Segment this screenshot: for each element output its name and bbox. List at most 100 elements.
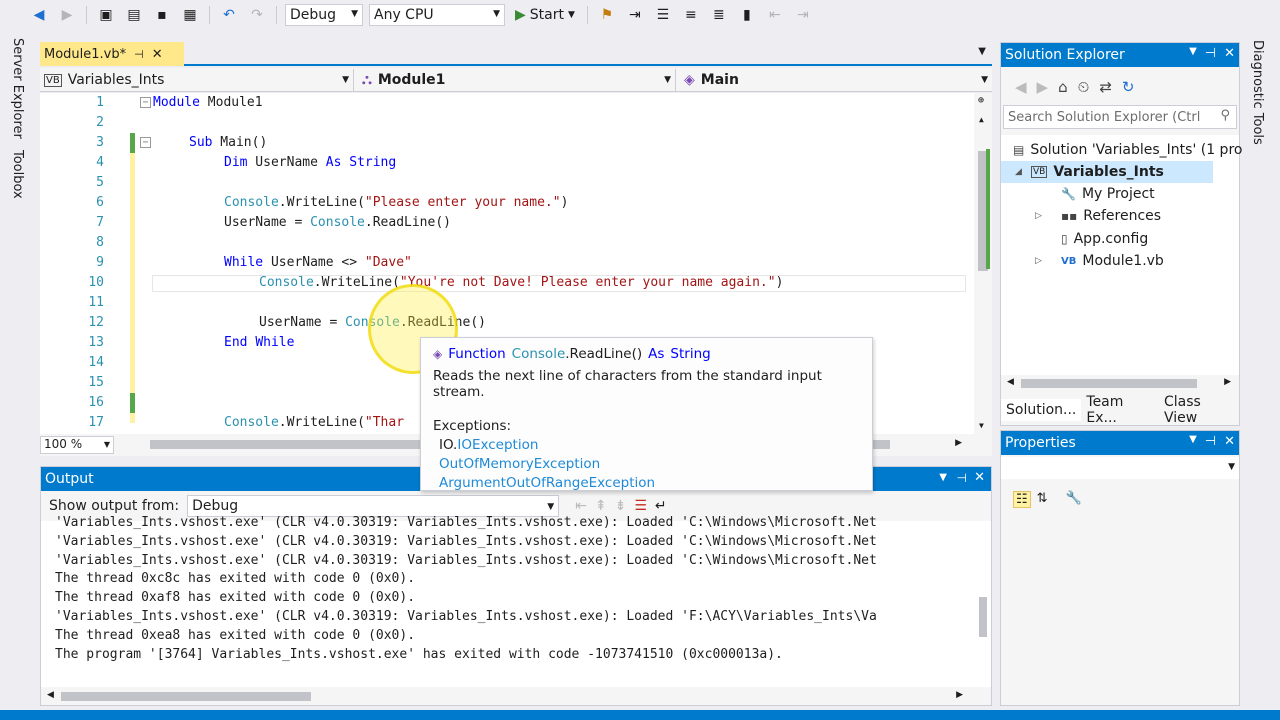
solution-search-input[interactable]: Search Solution Explorer (Ctrl ⚲ bbox=[1003, 105, 1237, 129]
tab-overflow-icon[interactable]: ▼ bbox=[978, 46, 986, 57]
toolbox-tab[interactable]: Toolbox bbox=[10, 150, 25, 199]
chevron-down-icon: ▼ bbox=[103, 440, 110, 449]
redo-icon[interactable]: ↷ bbox=[246, 4, 268, 26]
editor-vertical-scrollbar[interactable]: ⊕ ▲ ▼ bbox=[974, 93, 992, 434]
pin-icon[interactable]: ⊣ bbox=[1205, 434, 1216, 449]
server-explorer-tab[interactable]: Server Explorer bbox=[10, 38, 25, 139]
tree-item-references[interactable]: ▷ ▪▪ References bbox=[1035, 205, 1161, 227]
type-dropdown[interactable]: ⛬ Module1 ▼ bbox=[358, 69, 676, 91]
solution-platform-dropdown[interactable]: Any CPU ▼ bbox=[369, 4, 505, 26]
diagnostic-tools-tab[interactable]: Diagnostic Tools bbox=[1250, 40, 1265, 145]
output-horizontal-scrollbar[interactable]: ◀ ▶ bbox=[41, 687, 991, 705]
refresh-icon[interactable]: ↻ bbox=[1122, 78, 1135, 96]
back-icon[interactable]: ◀ bbox=[1015, 78, 1027, 96]
tab-team-explorer[interactable]: Team Ex... bbox=[1081, 394, 1159, 426]
exception-item[interactable]: IO.IOException bbox=[439, 436, 860, 455]
open-file-icon[interactable]: ▤ bbox=[123, 4, 145, 26]
categorized-icon[interactable]: ☷ bbox=[1013, 491, 1031, 508]
window-menu-icon[interactable]: ▼ bbox=[1189, 46, 1197, 61]
new-project-icon[interactable]: ▣ bbox=[95, 4, 117, 26]
tree-item-project[interactable]: ◢ VB Variables_Ints bbox=[1001, 161, 1213, 183]
tree-item-label: Variables_Ints bbox=[1053, 164, 1164, 180]
project-dropdown[interactable]: VB Variables_Ints ▼ bbox=[40, 69, 354, 91]
property-pages-icon[interactable]: 🔧 bbox=[1066, 491, 1082, 508]
output-text[interactable]: 'Variables_Ints.vshost.exe' (CLR v4.0.30… bbox=[55, 515, 971, 665]
collapsed-arrow-icon[interactable]: ▷ bbox=[1035, 256, 1045, 266]
saved-change-marker bbox=[130, 133, 135, 153]
expanded-arrow-icon[interactable]: ◢ bbox=[1015, 167, 1025, 177]
close-icon[interactable]: ✕ bbox=[152, 47, 163, 62]
navigate-back-icon[interactable]: ◀ bbox=[28, 4, 50, 26]
tab-module1-vb[interactable]: Module1.vb* ⊣ ✕ bbox=[40, 42, 184, 66]
tree-item-app-config[interactable]: ▯ App.config bbox=[1061, 228, 1148, 250]
pin-icon[interactable]: ⊣ bbox=[957, 471, 967, 485]
solution-configuration-dropdown[interactable]: Debug ▼ bbox=[285, 4, 363, 26]
properties-title: Properties bbox=[1005, 435, 1076, 451]
properties-object-dropdown[interactable]: ▼ bbox=[1001, 457, 1239, 479]
outdent-icon[interactable]: ≡ bbox=[680, 4, 702, 26]
clear-all-icon[interactable]: ☰ bbox=[634, 498, 647, 514]
window-menu-icon[interactable]: ▼ bbox=[1189, 434, 1197, 449]
exception-name[interactable]: IOException bbox=[457, 437, 538, 453]
scroll-left-icon[interactable]: ◀ bbox=[1007, 377, 1014, 387]
line-number: 2 bbox=[96, 115, 104, 130]
collapsed-arrow-icon[interactable]: ▷ bbox=[1035, 211, 1045, 221]
tree-item-solution[interactable]: ▤ Solution 'Variables_Ints' (1 pro bbox=[1013, 139, 1242, 161]
pending-changes-icon[interactable]: ⏲ bbox=[1078, 78, 1090, 96]
member-dropdown[interactable]: ◈ Main ▼ bbox=[680, 69, 992, 91]
chevron-down-icon: ▼ bbox=[342, 75, 349, 85]
output-source-dropdown[interactable]: Debug ▼ bbox=[187, 495, 560, 517]
close-icon[interactable]: ✕ bbox=[974, 470, 985, 485]
scroll-left-icon[interactable]: ◀ bbox=[47, 690, 54, 700]
word-wrap-icon[interactable]: ↵ bbox=[655, 498, 667, 514]
scroll-right-icon[interactable]: ▶ bbox=[956, 690, 963, 700]
tab-solution-explorer[interactable]: Solution... bbox=[1001, 399, 1082, 421]
solution-horizontal-scrollbar[interactable]: ◀ ▶ bbox=[1001, 375, 1239, 391]
scroll-right-icon[interactable]: ▶ bbox=[955, 438, 962, 448]
zoom-dropdown[interactable]: 100 % ▼ bbox=[40, 436, 114, 454]
indent-icon[interactable]: ≣ bbox=[708, 4, 730, 26]
next-bookmark-icon[interactable]: ⇥ bbox=[792, 4, 814, 26]
sync-icon[interactable]: ⇄ bbox=[1099, 78, 1112, 96]
navigate-forward-icon[interactable]: ▶ bbox=[56, 4, 78, 26]
bookmark-icon[interactable]: ▮ bbox=[736, 4, 758, 26]
scroll-down-icon[interactable]: ▼ bbox=[979, 421, 984, 430]
save-all-icon[interactable]: ▦ bbox=[179, 4, 201, 26]
scroll-right-icon[interactable]: ▶ bbox=[1224, 377, 1231, 387]
project-name: Variables_Ints bbox=[67, 72, 165, 88]
exception-item[interactable]: OutOfMemoryException bbox=[439, 455, 860, 474]
prev-message-icon[interactable]: ⇞ bbox=[595, 498, 607, 514]
save-icon[interactable]: ▪ bbox=[151, 4, 173, 26]
tree-item-my-project[interactable]: 🔧 My Project bbox=[1061, 183, 1155, 205]
tab-class-view[interactable]: Class View bbox=[1159, 394, 1239, 426]
prev-bookmark-icon[interactable]: ⇤ bbox=[764, 4, 786, 26]
forward-icon[interactable]: ▶ bbox=[1037, 78, 1049, 96]
step-into-icon[interactable]: ⇥ bbox=[624, 4, 646, 26]
output-horizontal-scroll-thumb[interactable] bbox=[61, 692, 311, 701]
undo-icon[interactable]: ↶ bbox=[218, 4, 240, 26]
next-message-icon[interactable]: ⇟ bbox=[615, 498, 627, 514]
exception-item[interactable]: ArgumentOutOfRangeException bbox=[439, 474, 860, 493]
output-vertical-scroll-thumb[interactable] bbox=[979, 597, 987, 637]
collapse-module-icon[interactable]: − bbox=[140, 97, 151, 108]
window-menu-icon[interactable]: ▼ bbox=[939, 472, 947, 483]
find-message-icon[interactable]: ⇤ bbox=[575, 498, 587, 514]
alphabetical-icon[interactable]: ⇅ bbox=[1037, 491, 1048, 508]
scroll-up-icon[interactable]: ▲ bbox=[979, 115, 984, 124]
close-icon[interactable]: ✕ bbox=[1224, 46, 1235, 61]
split-view-icon[interactable]: ⊕ bbox=[978, 95, 984, 106]
comment-icon[interactable]: ☰ bbox=[652, 4, 674, 26]
search-icon[interactable]: ⚲ bbox=[1220, 108, 1230, 123]
collapse-sub-icon[interactable]: − bbox=[140, 137, 151, 148]
home-icon[interactable]: ⌂ bbox=[1058, 78, 1068, 96]
browser-link-icon[interactable]: ⚑ bbox=[596, 4, 618, 26]
solution-scroll-thumb[interactable] bbox=[1021, 379, 1197, 388]
pin-icon[interactable]: ⊣ bbox=[134, 48, 144, 61]
tree-item-module1-vb[interactable]: ▷ VB Module1.vb bbox=[1035, 250, 1164, 272]
start-button[interactable]: ▶ Start ▼ bbox=[511, 7, 579, 23]
close-icon[interactable]: ✕ bbox=[1224, 434, 1235, 449]
document-tab-strip: Module1.vb* ⊣ ✕ ▼ bbox=[40, 40, 992, 66]
pin-icon[interactable]: ⊣ bbox=[1205, 46, 1216, 61]
code-line: UserName = Console.ReadLine() bbox=[259, 315, 486, 330]
tooltip-return-type: String bbox=[670, 346, 711, 362]
